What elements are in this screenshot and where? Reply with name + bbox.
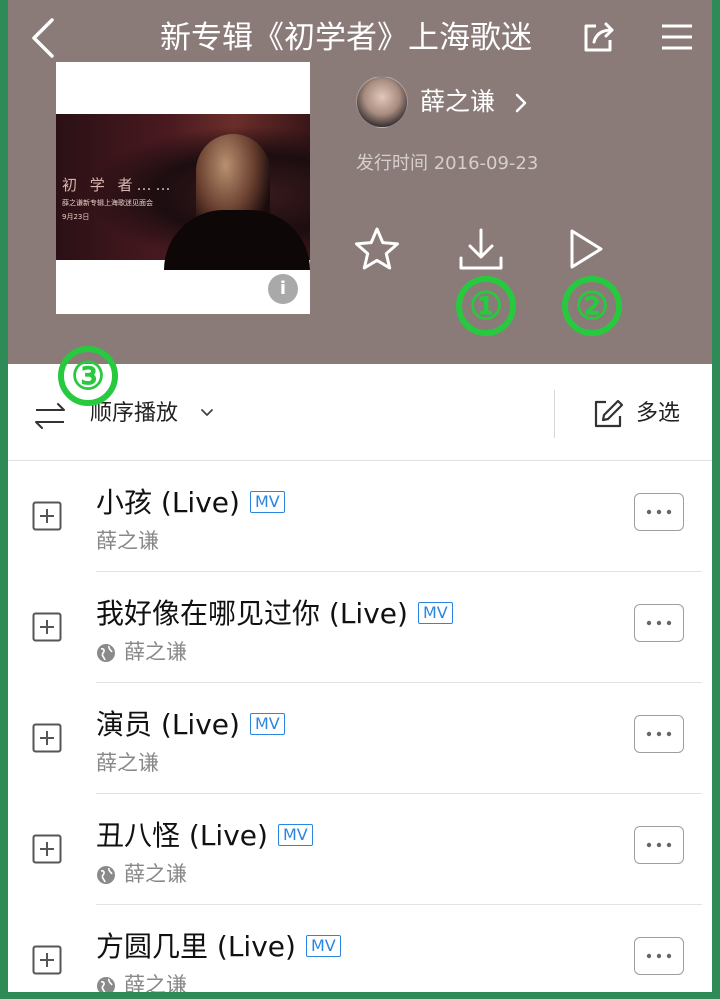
add-icon[interactable] (32, 834, 62, 864)
mv-badge[interactable]: MV (306, 935, 341, 957)
avatar (356, 76, 408, 128)
cover-photo: 初 学 者…… 薛之谦新专辑上海歌迷见面会 9月23日 (56, 114, 310, 270)
edit-icon (594, 399, 624, 428)
song-title: 演员 (Live) (96, 708, 240, 741)
album-header: 新专辑《初学者》上海歌迷 初 学 者…… 薛之谦新专辑上海歌迷见面会 9月23日… (8, 0, 712, 364)
more-button[interactable] (634, 715, 684, 753)
more-icon (646, 842, 672, 848)
annotation-marker-3: ③ (58, 346, 118, 406)
song-row[interactable]: 丑八怪 (Live) MV 薛之谦 (8, 794, 712, 905)
song-row[interactable]: 我好像在哪见过你 (Live) MV 薛之谦 (8, 572, 712, 683)
song-title: 方圆几里 (Live) (96, 930, 296, 963)
mv-badge[interactable]: MV (418, 602, 453, 624)
sequential-play-icon[interactable] (34, 402, 66, 430)
add-icon[interactable] (32, 501, 62, 531)
mv-badge[interactable]: MV (278, 824, 313, 846)
mv-badge[interactable]: MV (250, 713, 285, 735)
menu-icon[interactable] (660, 22, 694, 52)
song-row[interactable]: 演员 (Live) MV 薛之谦 (8, 683, 712, 794)
add-icon[interactable] (32, 612, 62, 642)
cover-subtitle-text: 薛之谦新专辑上海歌迷见面会 (62, 199, 153, 207)
cover-title-text: 初 学 者…… (62, 176, 175, 194)
more-icon (646, 953, 672, 959)
annotation-marker-1: ① (456, 276, 516, 336)
playlist-toolbar: 顺序播放 多选 ③ (8, 346, 712, 461)
play-order-dropdown[interactable]: 顺序播放 (90, 398, 178, 430)
cover-date-text: 9月23日 (62, 213, 90, 221)
more-button[interactable] (634, 826, 684, 864)
more-icon (646, 509, 672, 515)
mv-badge[interactable]: MV (250, 491, 285, 513)
cover-artist-shoulder (164, 210, 310, 270)
back-arrow-icon[interactable] (28, 16, 58, 60)
chevron-right-icon (515, 93, 527, 113)
info-icon[interactable]: i (268, 274, 298, 304)
annotation-marker-2: ② (562, 276, 622, 336)
song-row[interactable]: 方圆几里 (Live) MV 薛之谦 (8, 905, 712, 992)
screen: 新专辑《初学者》上海歌迷 初 学 者…… 薛之谦新专辑上海歌迷见面会 9月23日… (8, 0, 712, 992)
album-cover[interactable]: 初 学 者…… 薛之谦新专辑上海歌迷见面会 9月23日 i (56, 62, 310, 314)
download-icon[interactable] (458, 228, 504, 272)
more-button[interactable] (634, 937, 684, 975)
song-artist: 薛之谦 (124, 973, 187, 992)
chevron-down-icon (201, 409, 213, 416)
song-title: 我好像在哪见过你 (Live) (96, 597, 408, 630)
more-button[interactable] (634, 604, 684, 642)
star-icon[interactable] (354, 226, 400, 272)
song-artist: 薛之谦 (124, 640, 187, 664)
multi-select-label: 多选 (636, 401, 681, 426)
song-row[interactable]: 小孩 (Live) MV 薛之谦 (8, 461, 712, 572)
globe-icon (97, 866, 115, 884)
release-date: 发行时间 2016-09-23 (356, 153, 539, 174)
song-artist: 薛之谦 (96, 751, 159, 775)
globe-icon (97, 644, 115, 662)
globe-icon (97, 977, 115, 992)
share-icon[interactable] (580, 20, 616, 56)
add-icon[interactable] (32, 945, 62, 975)
artist-name: 薛之谦 (420, 87, 496, 116)
more-icon (646, 731, 672, 737)
song-artist: 薛之谦 (96, 529, 159, 553)
song-artist: 薛之谦 (124, 862, 187, 886)
play-icon[interactable] (568, 228, 604, 270)
add-icon[interactable] (32, 723, 62, 753)
page-title: 新专辑《初学者》上海歌迷 (160, 20, 532, 56)
more-button[interactable] (634, 493, 684, 531)
more-icon (646, 620, 672, 626)
song-title: 小孩 (Live) (96, 486, 240, 519)
toolbar-divider (554, 390, 555, 438)
song-title: 丑八怪 (Live) (96, 819, 268, 852)
